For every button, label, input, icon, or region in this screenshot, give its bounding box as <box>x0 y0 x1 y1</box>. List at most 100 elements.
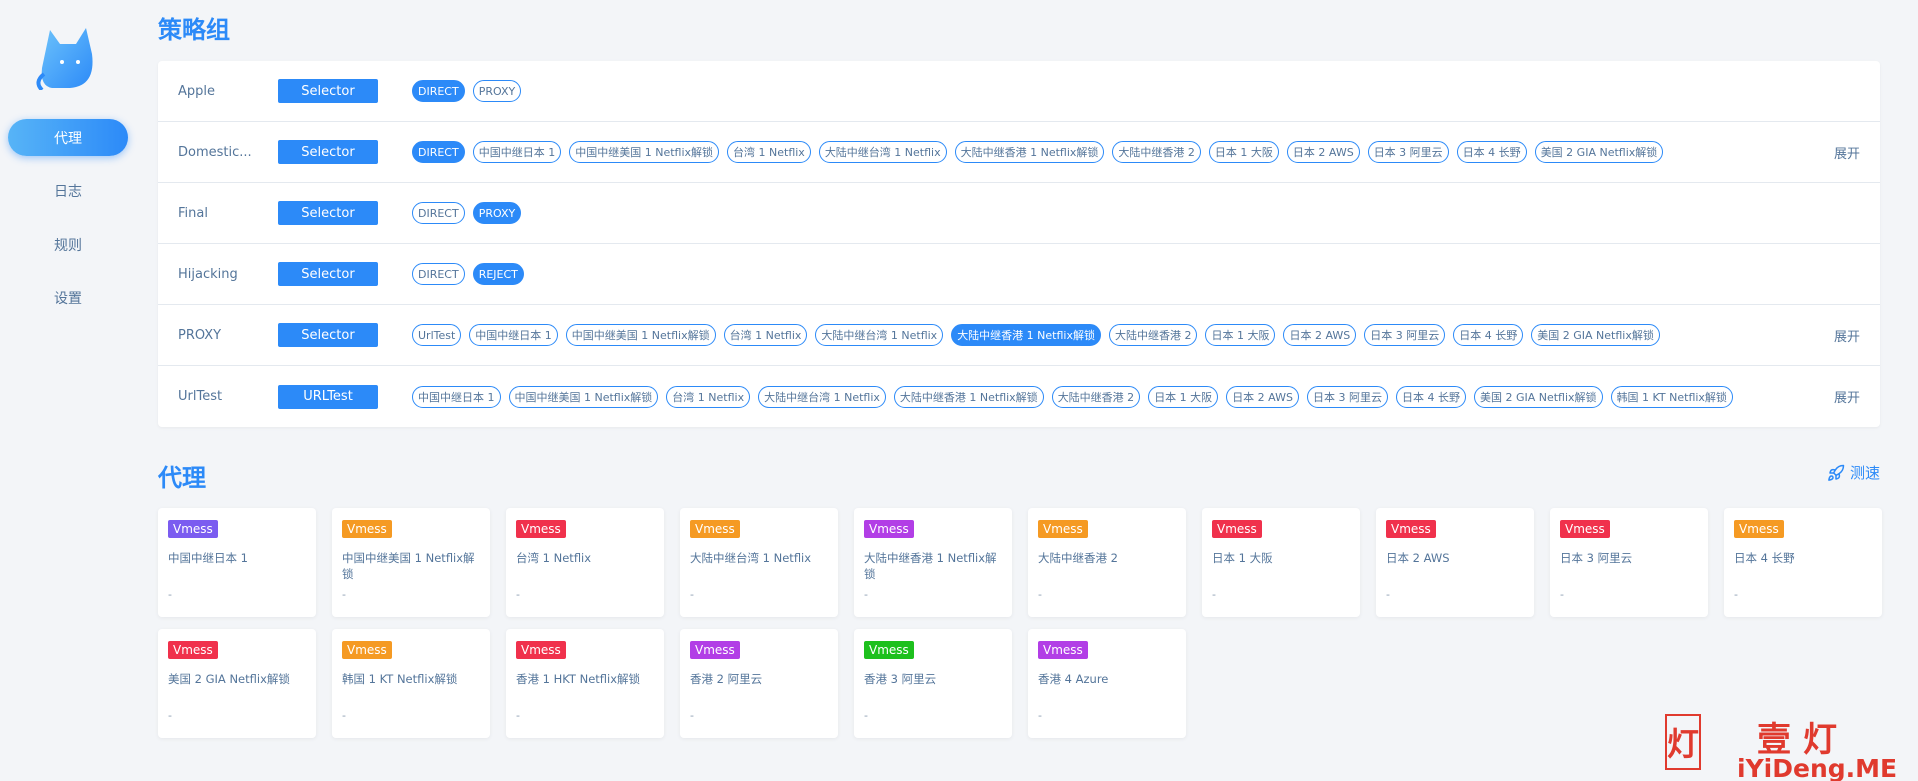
speedtest-label: 测速 <box>1849 464 1880 482</box>
proxy-card[interactable]: Vmess 日本 2 AWS - <box>1376 508 1534 617</box>
group-type-badge: Selector <box>278 201 378 225</box>
proxy-option-tag[interactable]: 日本 1 大阪 <box>1148 385 1219 408</box>
group-type-badge: Selector <box>278 140 378 164</box>
proxy-card[interactable]: Vmess 大陆中继台湾 1 Netflix - <box>680 508 838 617</box>
proxy-option-tag[interactable]: 大陆中继台湾 1 Netflix <box>815 324 944 346</box>
proxy-name: 日本 1 大阪 <box>1212 551 1273 565</box>
proxy-card[interactable]: Vmess 日本 1 大阪 - <box>1202 508 1360 617</box>
proxy-option-tag[interactable]: 中国中继美国 1 Netflix解锁 <box>508 385 659 408</box>
proxy-name: 香港 2 阿里云 <box>690 672 763 686</box>
proxy-option-tag[interactable]: PROXY <box>472 202 522 224</box>
proxy-option-tag[interactable]: DIRECT <box>412 141 465 163</box>
group-options: UrlTest 中国中继日本 1 中国中继美国 1 Netflix解锁 台湾 1 Ne… <box>412 324 1660 346</box>
proxy-type-badge: Vmess <box>1038 520 1088 538</box>
proxy-delay: - <box>864 588 868 601</box>
proxy-card[interactable]: Vmess 韩国 1 KT Netflix解锁 - <box>332 629 490 738</box>
proxy-type-badge: Vmess <box>1038 641 1088 659</box>
policy-group-row: Apple Selector DIRECT PROXY <box>158 61 1880 122</box>
proxy-type-badge: Vmess <box>690 520 740 538</box>
proxy-option-tag[interactable]: 台湾 1 Netflix <box>727 141 811 163</box>
proxy-option-tag[interactable]: 大陆中继香港 2 <box>1112 141 1201 163</box>
proxy-card[interactable]: Vmess 美国 2 GIA Netflix解锁 - <box>158 629 316 738</box>
proxy-card[interactable]: Vmess 日本 3 阿里云 - <box>1550 508 1708 617</box>
proxy-name: 大陆中继香港 1 Netflix解锁 <box>864 551 997 581</box>
proxy-option-tag[interactable]: 日本 3 阿里云 <box>1306 385 1388 408</box>
expand-button[interactable]: 展开 <box>1834 387 1860 406</box>
proxy-option-tag[interactable]: 美国 2 GIA Netflix解锁 <box>1473 385 1603 408</box>
proxy-type-badge: Vmess <box>1212 520 1262 538</box>
proxy-option-tag[interactable]: DIRECT <box>412 202 465 224</box>
proxy-type-badge: Vmess <box>1734 520 1784 538</box>
proxy-option-tag[interactable]: 中国中继日本 1 <box>469 324 558 346</box>
proxy-option-tag[interactable]: REJECT <box>472 263 524 285</box>
proxy-card[interactable]: Vmess 中国中继日本 1 - <box>158 508 316 617</box>
proxy-card[interactable]: Vmess 日本 4 长野 - <box>1724 508 1882 617</box>
proxy-option-tag[interactable]: 日本 3 阿里云 <box>1367 141 1449 163</box>
proxy-card[interactable]: Vmess 台湾 1 Netflix - <box>506 508 664 617</box>
proxy-name: 香港 3 阿里云 <box>864 672 937 686</box>
proxy-card[interactable]: Vmess 香港 2 阿里云 - <box>680 629 838 738</box>
proxy-option-tag[interactable]: 大陆中继台湾 1 Netflix <box>758 385 886 408</box>
proxy-name: 大陆中继香港 2 <box>1038 551 1118 565</box>
proxy-option-tag[interactable]: 日本 1 大阪 <box>1208 141 1279 163</box>
proxy-card[interactable]: Vmess 中国中继美国 1 Netflix解锁 - <box>332 508 490 617</box>
proxy-name: 大陆中继台湾 1 Netflix <box>690 551 812 565</box>
proxy-name: 中国中继日本 1 <box>168 551 248 565</box>
proxy-option-tag[interactable]: DIRECT <box>412 263 465 285</box>
proxy-type-badge: Vmess <box>342 641 392 659</box>
proxy-option-tag[interactable]: 日本 4 长野 <box>1456 141 1527 163</box>
proxy-name: 台湾 1 Netflix <box>516 551 592 565</box>
rocket-icon <box>1828 464 1845 481</box>
proxy-option-tag[interactable]: UrlTest <box>412 324 462 346</box>
proxy-delay: - <box>342 588 346 601</box>
proxy-type-badge: Vmess <box>690 641 740 659</box>
sidebar: 代理 日志 规则 设置 <box>0 0 136 781</box>
proxy-option-tag[interactable]: 中国中继日本 1 <box>412 385 501 408</box>
proxy-name: 日本 3 阿里云 <box>1560 551 1633 565</box>
proxy-option-tag[interactable]: 大陆中继香港 1 Netflix解锁 <box>893 385 1044 408</box>
proxy-option-tag[interactable]: 中国中继日本 1 <box>472 141 562 163</box>
expand-button[interactable]: 展开 <box>1834 326 1860 345</box>
proxy-type-badge: Vmess <box>516 520 566 538</box>
proxy-option-tag[interactable]: 大陆中继香港 2 <box>1051 385 1141 408</box>
proxy-card[interactable]: Vmess 大陆中继香港 1 Netflix解锁 - <box>854 508 1012 617</box>
proxy-option-tag[interactable]: 大陆中继香港 2 <box>1108 324 1198 346</box>
sidebar-item-1[interactable]: 日志 <box>8 172 128 209</box>
policy-group-row: Hijacking Selector DIRECT REJECT <box>158 244 1880 305</box>
sidebar-item-3[interactable]: 设置 <box>8 279 128 316</box>
proxy-delay: - <box>1386 588 1390 601</box>
proxy-option-tag[interactable]: 台湾 1 Netflix <box>723 324 808 346</box>
proxy-option-tag[interactable]: 美国 2 GIA Netflix解锁 <box>1531 324 1660 346</box>
proxy-option-tag[interactable]: 日本 3 阿里云 <box>1364 324 1446 346</box>
proxy-option-tag[interactable]: PROXY <box>472 80 522 102</box>
proxy-option-tag[interactable]: 台湾 1 Netflix <box>666 385 751 408</box>
proxy-option-tag[interactable]: 日本 1 大阪 <box>1205 324 1276 346</box>
proxy-type-badge: Vmess <box>864 520 914 538</box>
proxy-option-tag[interactable]: 美国 2 GIA Netflix解锁 <box>1534 141 1664 163</box>
expand-button[interactable]: 展开 <box>1834 143 1860 162</box>
proxy-card[interactable]: Vmess 香港 1 HKT Netflix解锁 - <box>506 629 664 738</box>
proxy-card[interactable]: Vmess 大陆中继香港 2 - <box>1028 508 1186 617</box>
group-name: PROXY <box>178 327 222 343</box>
proxy-option-tag[interactable]: 大陆中继香港 1 Netflix解锁 <box>951 324 1101 346</box>
sidebar-item-2[interactable]: 规则 <box>8 226 128 263</box>
proxy-option-tag[interactable]: 大陆中继香港 1 Netflix解锁 <box>954 141 1105 163</box>
proxy-option-tag[interactable]: 日本 4 长野 <box>1395 385 1466 408</box>
group-name: Apple <box>178 83 216 99</box>
proxy-option-tag[interactable]: 日本 2 AWS <box>1226 385 1299 408</box>
watermark-stamp: 灯 <box>1665 714 1701 770</box>
proxy-option-tag[interactable]: 中国中继美国 1 Netflix解锁 <box>565 324 716 346</box>
group-options: DIRECT PROXY <box>412 202 522 224</box>
proxy-option-tag[interactable]: 中国中继美国 1 Netflix解锁 <box>569 141 720 163</box>
sidebar-item-0[interactable]: 代理 <box>8 119 128 156</box>
proxy-delay: - <box>1560 588 1564 601</box>
speedtest-button[interactable]: 测速 <box>1827 462 1880 483</box>
proxy-option-tag[interactable]: DIRECT <box>412 80 465 102</box>
proxy-card[interactable]: Vmess 香港 4 Azure - <box>1028 629 1186 738</box>
proxy-card[interactable]: Vmess 香港 3 阿里云 - <box>854 629 1012 738</box>
proxy-option-tag[interactable]: 韩国 1 KT Netflix解锁 <box>1610 385 1733 408</box>
proxy-option-tag[interactable]: 日本 2 AWS <box>1283 324 1357 346</box>
proxy-option-tag[interactable]: 日本 4 长野 <box>1453 324 1524 346</box>
proxy-option-tag[interactable]: 大陆中继台湾 1 Netflix <box>818 141 947 163</box>
proxy-option-tag[interactable]: 日本 2 AWS <box>1286 141 1360 163</box>
